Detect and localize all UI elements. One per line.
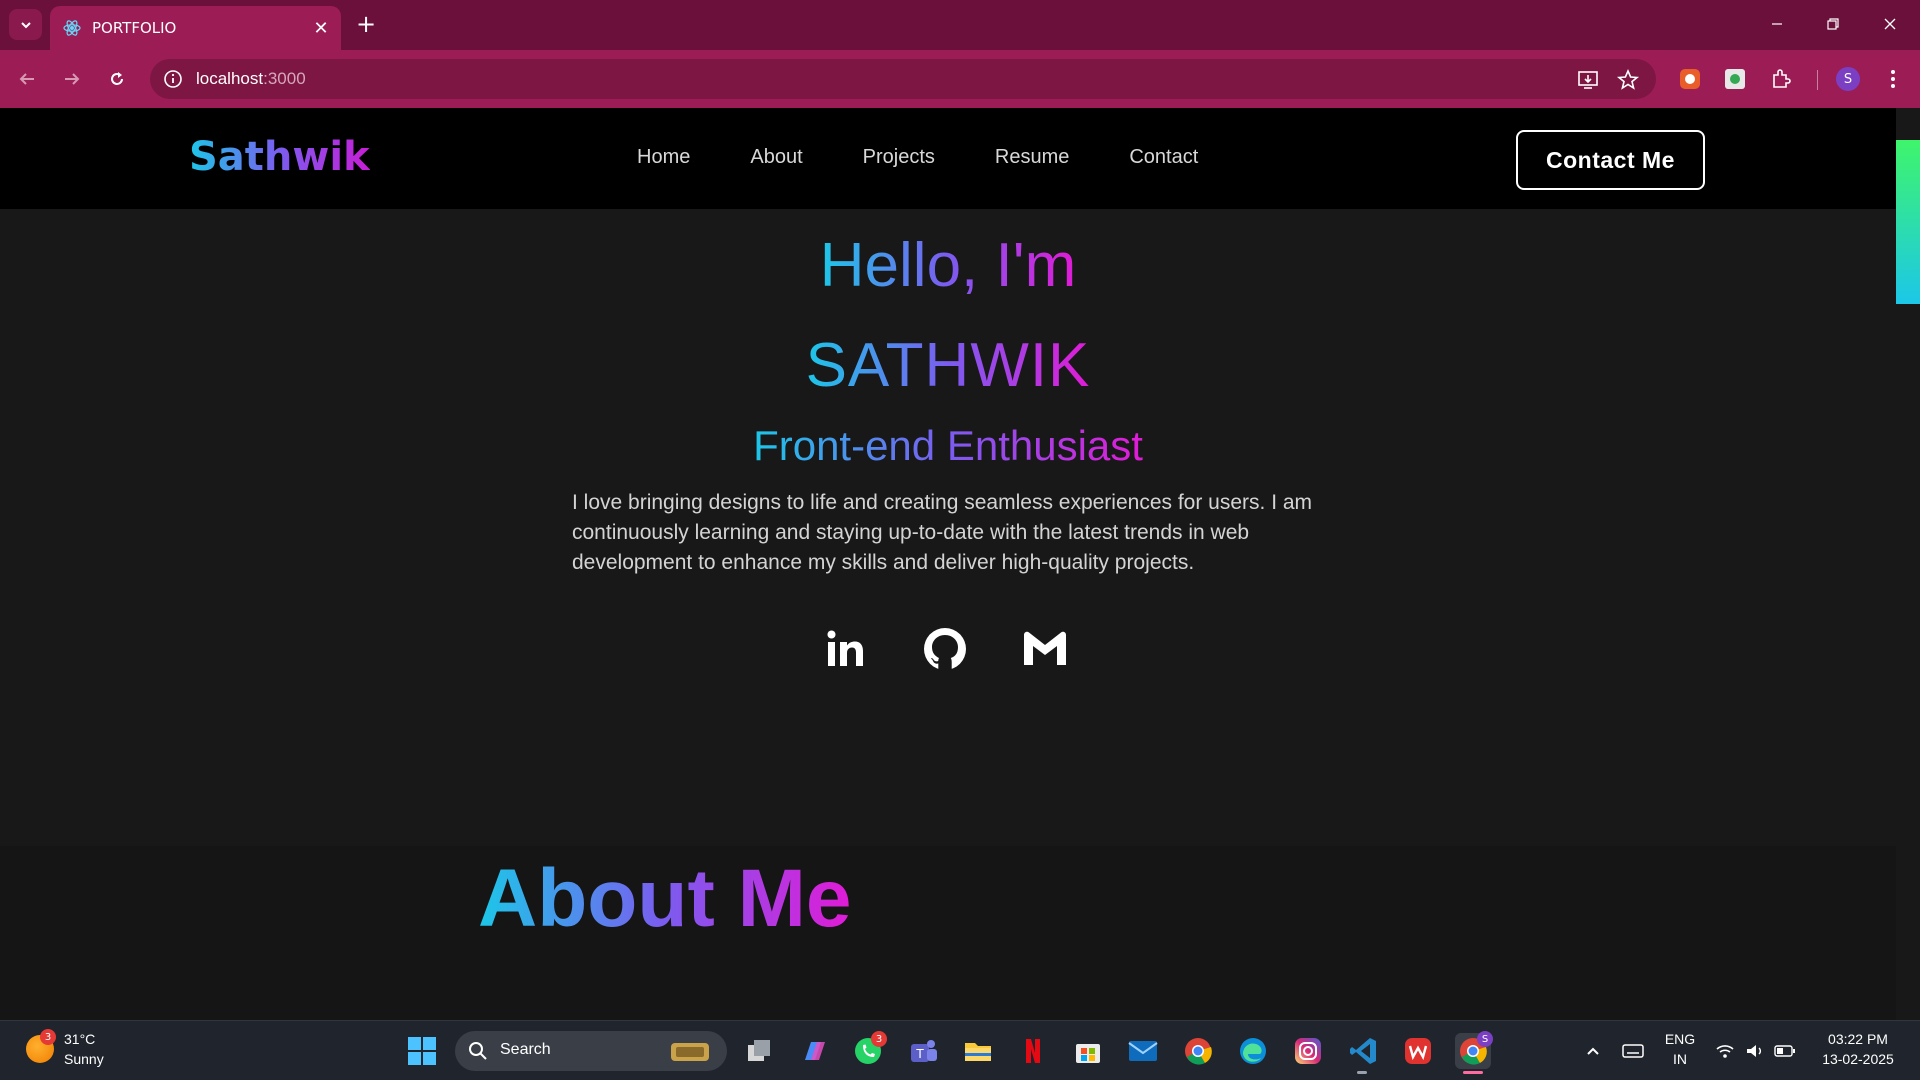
site-info-icon[interactable]: [162, 68, 184, 90]
search-label: Search: [500, 1041, 551, 1058]
page-scrollbar-thumb[interactable]: [1896, 140, 1920, 304]
instagram-icon[interactable]: [1290, 1033, 1326, 1069]
close-window-button[interactable]: [1867, 8, 1913, 40]
site-nav-links: Home About Projects Resume Contact: [637, 146, 1258, 169]
extension-cat-icon[interactable]: [1676, 65, 1704, 93]
chrome-running-indicator: [1463, 1071, 1483, 1074]
new-tab-button[interactable]: +: [352, 10, 380, 38]
arrow-right-icon: [65, 73, 80, 85]
search-icon: [469, 1042, 487, 1060]
hero-greeting-row: Hello, I'm: [0, 230, 1896, 301]
teams-icon[interactable]: T: [905, 1033, 941, 1069]
hero-name-row: SATHWIK: [0, 330, 1896, 401]
weather-badge: 3: [40, 1029, 56, 1045]
hero-role: Front-end Enthusiast: [753, 422, 1143, 469]
nav-link-resume[interactable]: Resume: [995, 146, 1069, 169]
tab-title: PORTFOLIO: [92, 19, 177, 37]
web-page: Sathwik Home About Projects Resume Conta…: [0, 108, 1896, 1020]
hero-role-row: Front-end Enthusiast: [0, 422, 1896, 470]
gmail-icon[interactable]: [1022, 626, 1068, 672]
whatsapp-badge: 3: [871, 1031, 887, 1047]
profile-avatar[interactable]: S: [1836, 67, 1860, 91]
restore-button[interactable]: [1810, 8, 1856, 40]
minimize-button[interactable]: [1754, 8, 1800, 40]
install-app-icon[interactable]: [1576, 68, 1600, 92]
reload-button[interactable]: [102, 64, 132, 94]
hero-name: SATHWIK: [805, 331, 1091, 400]
file-explorer-icon[interactable]: [960, 1033, 996, 1069]
forward-button[interactable]: [57, 64, 87, 94]
site-navbar: Sathwik Home About Projects Resume Conta…: [0, 108, 1896, 209]
url-host: localhost: [196, 69, 264, 88]
taskbar-search[interactable]: Search: [455, 1031, 727, 1071]
reload-icon: [111, 72, 123, 85]
browser-tabstrip: PORTFOLIO ✕ +: [0, 0, 1920, 50]
url-port: :3000: [263, 69, 306, 88]
browser-tab-portfolio[interactable]: PORTFOLIO ✕: [50, 6, 341, 50]
react-icon: [62, 18, 82, 38]
about-section: [0, 846, 1896, 1020]
close-icon: [1884, 18, 1896, 30]
wifi-icon[interactable]: [1710, 1033, 1740, 1069]
linkedin-icon[interactable]: [822, 626, 868, 672]
restore-icon: [1827, 18, 1839, 30]
language-line1[interactable]: ENG: [1656, 1031, 1704, 1047]
url-text: localhost:3000: [196, 69, 306, 89]
site-logo[interactable]: Sathwik: [189, 134, 370, 180]
volume-icon[interactable]: [1740, 1033, 1770, 1069]
chevron-up-icon[interactable]: [1574, 1033, 1612, 1069]
chrome-icon[interactable]: [1180, 1033, 1216, 1069]
clock-date[interactable]: 13-02-2025: [1810, 1051, 1906, 1067]
windows-taskbar: 3 31°C Sunny Search 3 T S ENG IN 03:22 P…: [0, 1020, 1920, 1080]
back-button[interactable]: [12, 64, 42, 94]
address-bar[interactable]: localhost:3000: [150, 59, 1656, 99]
vscode-running-indicator: [1357, 1071, 1367, 1074]
windows-start-icon[interactable]: [404, 1033, 440, 1069]
more-menu-icon[interactable]: [1879, 65, 1907, 93]
weather-temperature[interactable]: 31°C: [64, 1031, 95, 1047]
browser-toolbar: localhost:3000 S: [0, 50, 1920, 108]
search-highlight-icon: [671, 1043, 709, 1061]
star-icon[interactable]: [1616, 68, 1640, 92]
clock-time[interactable]: 03:22 PM: [1810, 1031, 1906, 1047]
social-links: [822, 626, 1068, 672]
chevron-down-icon: [20, 21, 31, 28]
github-icon[interactable]: [922, 626, 968, 672]
nav-link-projects[interactable]: Projects: [863, 146, 935, 169]
hero-greeting: Hello, I'm: [819, 231, 1077, 300]
extension-google-icon[interactable]: [1721, 65, 1749, 93]
chrome-profile-badge: S: [1477, 1031, 1493, 1047]
extensions-puzzle-icon[interactable]: [1767, 65, 1795, 93]
toolbar-divider: [1817, 70, 1818, 90]
hero-bio: I love bringing designs to life and crea…: [572, 491, 1313, 574]
screen: PORTFOLIO ✕ + localhost:3000 S Sathwik H…: [0, 0, 1920, 1080]
about-title-row: About Me: [478, 852, 851, 946]
nav-link-home[interactable]: Home: [637, 146, 690, 169]
keyboard-icon[interactable]: [1614, 1033, 1652, 1069]
about-title: About Me: [478, 853, 852, 944]
language-line2[interactable]: IN: [1656, 1051, 1704, 1067]
battery-icon[interactable]: [1770, 1033, 1800, 1069]
edge-icon[interactable]: [1235, 1033, 1271, 1069]
contact-me-button[interactable]: Contact Me: [1516, 130, 1705, 190]
wps-office-icon[interactable]: [1400, 1033, 1436, 1069]
minimize-icon: [1772, 23, 1782, 25]
tab-search-button[interactable]: [9, 9, 42, 40]
nav-link-contact[interactable]: Contact: [1129, 146, 1198, 169]
nav-link-about[interactable]: About: [750, 146, 802, 169]
microsoft-store-icon[interactable]: [1070, 1033, 1106, 1069]
arrow-left-icon: [19, 73, 34, 85]
weather-description[interactable]: Sunny: [64, 1051, 104, 1067]
task-view-icon[interactable]: [741, 1033, 777, 1069]
svg-text:T: T: [915, 1047, 924, 1061]
mail-icon[interactable]: [1125, 1033, 1161, 1069]
vscode-icon[interactable]: [1345, 1033, 1381, 1069]
close-tab-icon[interactable]: ✕: [307, 14, 335, 42]
netflix-icon[interactable]: [1015, 1033, 1051, 1069]
copilot-icon[interactable]: [796, 1033, 832, 1069]
